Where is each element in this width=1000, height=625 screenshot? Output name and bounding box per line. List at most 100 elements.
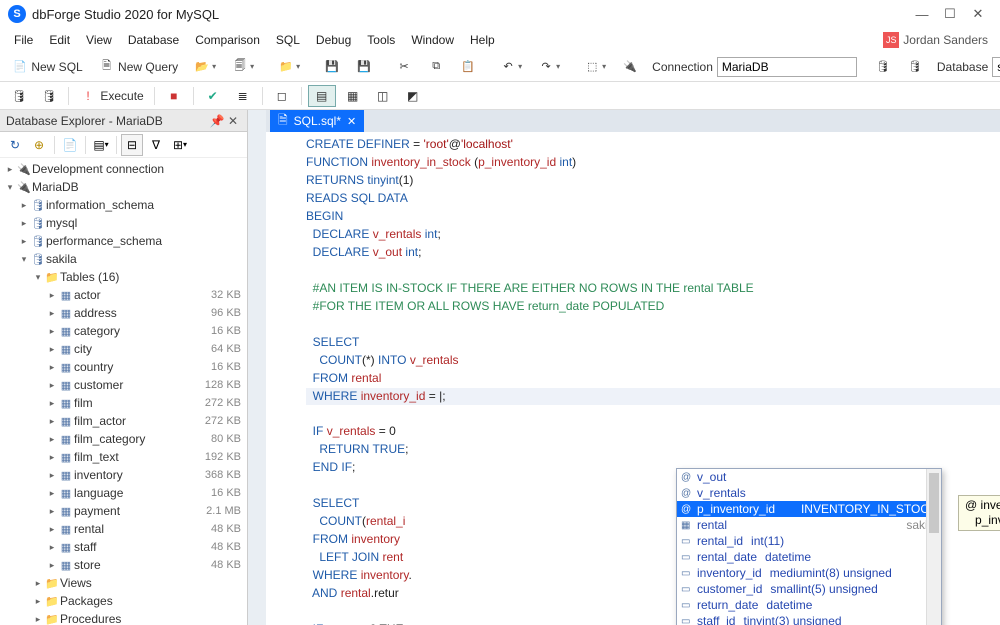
format-button[interactable]: ≣ — [230, 85, 256, 107]
table-actor[interactable]: ▦actor32 KB — [0, 286, 247, 304]
new-conn-button[interactable]: ⊕ — [28, 134, 50, 156]
maximize-icon[interactable]: ☐ — [936, 6, 964, 22]
intellisense-item[interactable]: ▭customer_idsmallint(5) unsigned — [677, 581, 941, 597]
user-badge[interactable]: JS Jordan Sanders — [883, 32, 994, 48]
table-film_text[interactable]: ▦film_text192 KB — [0, 448, 247, 466]
intellisense-item[interactable]: @v_rentals — [677, 485, 941, 501]
db-prev-button[interactable]: 🛢 — [869, 56, 897, 78]
menu-view[interactable]: View — [78, 31, 120, 49]
sql-run1[interactable]: 🛢 — [6, 85, 32, 107]
table-film_actor[interactable]: ▦film_actor272 KB — [0, 412, 247, 430]
tree-label: language — [74, 486, 211, 500]
menu-comparison[interactable]: Comparison — [187, 31, 268, 49]
new-dropdown[interactable]: 🗐▾ — [226, 56, 260, 78]
table-film[interactable]: ▦film272 KB — [0, 394, 247, 412]
table-country[interactable]: ▦country16 KB — [0, 358, 247, 376]
start-page-button[interactable]: ⬚▾ — [578, 56, 612, 78]
explorer-title: Database Explorer - MariaDB — [6, 114, 163, 128]
tab-close-icon[interactable]: ✕ — [347, 115, 356, 128]
editor-tab[interactable]: 🗎 SQL.sql* ✕ — [270, 110, 364, 132]
new-query-tb[interactable]: 📄 — [59, 134, 81, 156]
tree-size: 16 KB — [211, 325, 241, 337]
table-staff[interactable]: ▦staff48 KB — [0, 538, 247, 556]
paste-button[interactable]: 📋 — [454, 56, 482, 78]
intellisense-item[interactable]: ▭rental_datedatetime — [677, 549, 941, 565]
intellisense-item[interactable]: ▭rental_idint(11) — [677, 533, 941, 549]
new-query-button[interactable]: 🗎 New Query — [93, 56, 184, 78]
open-dropdown[interactable]: 📂▾ — [188, 56, 222, 78]
filter2-tb[interactable]: ∇ — [145, 134, 167, 156]
conn-dev[interactable]: 🔌Development connection — [0, 160, 247, 178]
intellisense-item[interactable]: ▦rentalsakila — [677, 517, 941, 533]
table-customer[interactable]: ▦customer128 KB — [0, 376, 247, 394]
table-city[interactable]: ▦city64 KB — [0, 340, 247, 358]
menu-edit[interactable]: Edit — [41, 31, 78, 49]
collapse-tb[interactable]: ⊟ — [121, 134, 143, 156]
copy-button[interactable]: ⧉ — [422, 56, 450, 78]
outline-button[interactable]: ◻ — [269, 85, 295, 107]
close-icon[interactable]: ✕ — [964, 6, 992, 22]
database-combo[interactable] — [992, 57, 1000, 77]
menu-help[interactable]: Help — [462, 31, 503, 49]
table-category[interactable]: ▦category16 KB — [0, 322, 247, 340]
view-map[interactable]: ◫ — [370, 85, 396, 107]
tree-icon: ▦ — [58, 559, 74, 572]
table-address[interactable]: ▦address96 KB — [0, 304, 247, 322]
db-refresh-button[interactable]: 🛢 — [901, 56, 929, 78]
explorer-close-icon[interactable]: ✕ — [225, 114, 241, 128]
table-inventory[interactable]: ▦inventory368 KB — [0, 466, 247, 484]
sql-run2[interactable]: 🛢 — [36, 85, 62, 107]
table-film_category[interactable]: ▦film_category80 KB — [0, 430, 247, 448]
filter-tb[interactable]: ▤▾ — [90, 134, 112, 156]
settings-tb[interactable]: ⊞▾ — [169, 134, 191, 156]
table-language[interactable]: ▦language16 KB — [0, 484, 247, 502]
menu-window[interactable]: Window — [403, 31, 462, 49]
save-all-button[interactable]: 💾 — [350, 56, 378, 78]
tree-label: film_category — [74, 432, 211, 446]
menu-debug[interactable]: Debug — [308, 31, 359, 49]
conn-mariadb[interactable]: 🔌MariaDB — [0, 178, 247, 196]
intellisense-item[interactable]: ▭return_datedatetime — [677, 597, 941, 613]
check-button[interactable]: ✔ — [200, 85, 226, 107]
table-rental[interactable]: ▦rental48 KB — [0, 520, 247, 538]
db-perfschema[interactable]: 🛢performance_schema — [0, 232, 247, 250]
intellisense-scrollbar[interactable] — [926, 469, 941, 625]
intellisense-item[interactable]: ▭inventory_idmediumint(8) unsigned — [677, 565, 941, 581]
intellisense-item[interactable]: @v_out — [677, 469, 941, 485]
view-diag[interactable]: ◩ — [400, 85, 426, 107]
new-sql-button[interactable]: 📄 New SQL — [6, 56, 89, 78]
menu-sql[interactable]: SQL — [268, 31, 308, 49]
intellisense-item[interactable]: @p_inventory_idINVENTORY_IN_STOCK — [677, 501, 941, 517]
cut-button[interactable]: ✂ — [390, 56, 418, 78]
view-text[interactable]: ▤ — [308, 85, 336, 107]
menu-database[interactable]: Database — [120, 31, 187, 49]
db-infoschema[interactable]: 🛢information_schema — [0, 196, 247, 214]
view-grid[interactable]: ▦ — [340, 85, 366, 107]
connection-combo[interactable] — [717, 57, 857, 77]
explorer-tree[interactable]: 🔌Development connection🔌MariaDB🛢informat… — [0, 158, 247, 625]
tree-label: Packages — [60, 594, 241, 608]
save-button[interactable]: 💾 — [318, 56, 346, 78]
pin-icon[interactable]: 📌 — [209, 114, 225, 128]
refresh-button[interactable]: ↻ — [4, 134, 26, 156]
folder-tables[interactable]: 📁Tables (16) — [0, 268, 247, 286]
intellisense-item[interactable]: ▭staff_idtinyint(3) unsigned — [677, 613, 941, 625]
redo-button[interactable]: ↷▾ — [532, 56, 566, 78]
undo-button[interactable]: ↶▾ — [494, 56, 528, 78]
code-editor[interactable]: CREATE DEFINER = 'root'@'localhost' FUNC… — [266, 132, 1000, 625]
execute-button[interactable]: ! Execute — [75, 85, 148, 107]
table-store[interactable]: ▦store48 KB — [0, 556, 247, 574]
folder-views[interactable]: 📁Views — [0, 574, 247, 592]
menu-tools[interactable]: Tools — [359, 31, 403, 49]
stop-button[interactable]: ■ — [161, 85, 187, 107]
menu-file[interactable]: File — [6, 31, 41, 49]
open-button[interactable]: 📁▾ — [272, 56, 306, 78]
db-sakila[interactable]: 🛢sakila — [0, 250, 247, 268]
folder-procedures[interactable]: 📁Procedures — [0, 610, 247, 625]
intellisense-popup[interactable]: @v_out@v_rentals@p_inventory_idINVENTORY… — [676, 468, 942, 625]
folder-packages[interactable]: 📁Packages — [0, 592, 247, 610]
connect-button[interactable]: 🔌 — [616, 56, 644, 78]
db-mysql[interactable]: 🛢mysql — [0, 214, 247, 232]
table-payment[interactable]: ▦payment2.1 MB — [0, 502, 247, 520]
minimize-icon[interactable]: — — [908, 7, 936, 22]
